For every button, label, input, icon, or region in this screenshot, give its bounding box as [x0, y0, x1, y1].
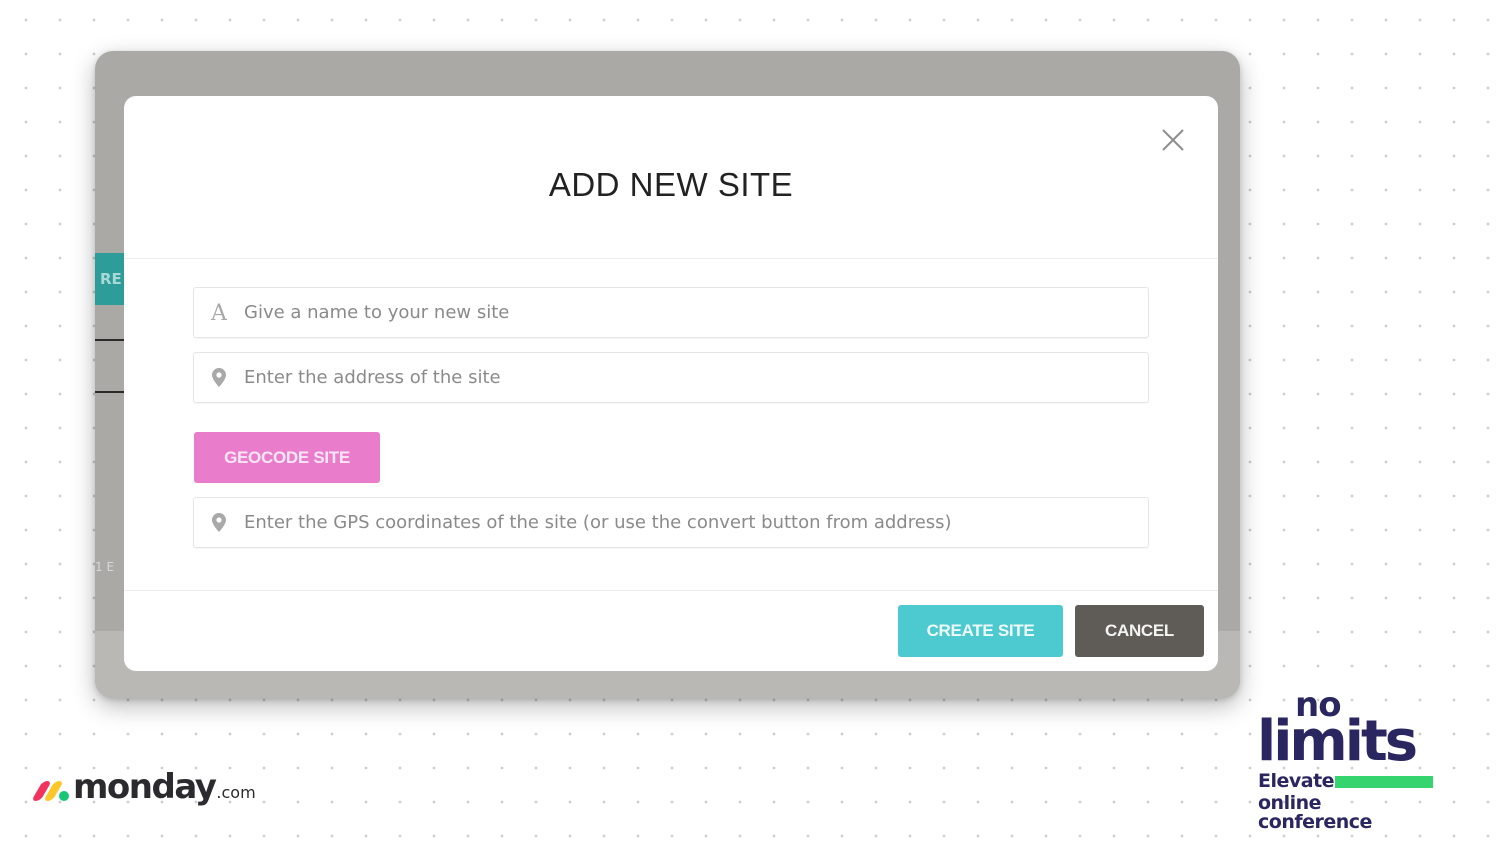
add-site-dialog: ADD NEW SITE A GEOCODE SITE CREATE SITE …: [124, 96, 1218, 671]
close-button[interactable]: [1160, 127, 1186, 153]
background-text: 1 E: [95, 560, 115, 574]
footer-divider: [124, 590, 1218, 591]
monday-wordmark: monday: [73, 767, 217, 807]
geocode-site-button[interactable]: GEOCODE SITE: [194, 432, 380, 483]
site-name-field[interactable]: A: [193, 287, 1149, 338]
site-address-field[interactable]: [193, 352, 1149, 403]
site-address-input[interactable]: [244, 353, 1148, 402]
background-divider: [95, 339, 125, 341]
site-name-input[interactable]: [244, 288, 1148, 337]
cancel-button[interactable]: CANCEL: [1075, 605, 1204, 657]
monday-logo-icon: [31, 775, 69, 801]
no-limits-elevate: Elevate: [1258, 770, 1335, 792]
background-divider: [95, 391, 125, 393]
monday-domain: .com: [216, 783, 256, 802]
map-pin-icon: [194, 368, 244, 387]
no-limits-logo: no limits Elevate online conference: [1257, 688, 1437, 832]
dialog-title: ADD NEW SITE: [548, 166, 794, 203]
map-pin-icon: [194, 513, 244, 532]
no-limits-green-bar: [1335, 776, 1433, 788]
gps-coordinates-input[interactable]: [244, 498, 1148, 547]
gps-coordinates-field[interactable]: [193, 497, 1149, 548]
no-limits-conference: online conference: [1258, 792, 1372, 833]
create-site-button[interactable]: CREATE SITE: [898, 605, 1063, 657]
close-icon: [1162, 129, 1184, 151]
background-tab: RE: [95, 253, 127, 305]
monday-logo: monday .com: [31, 767, 256, 807]
text-a-icon: A: [211, 301, 227, 326]
header-divider: [124, 258, 1218, 259]
no-limits-limits: limits: [1257, 709, 1418, 774]
